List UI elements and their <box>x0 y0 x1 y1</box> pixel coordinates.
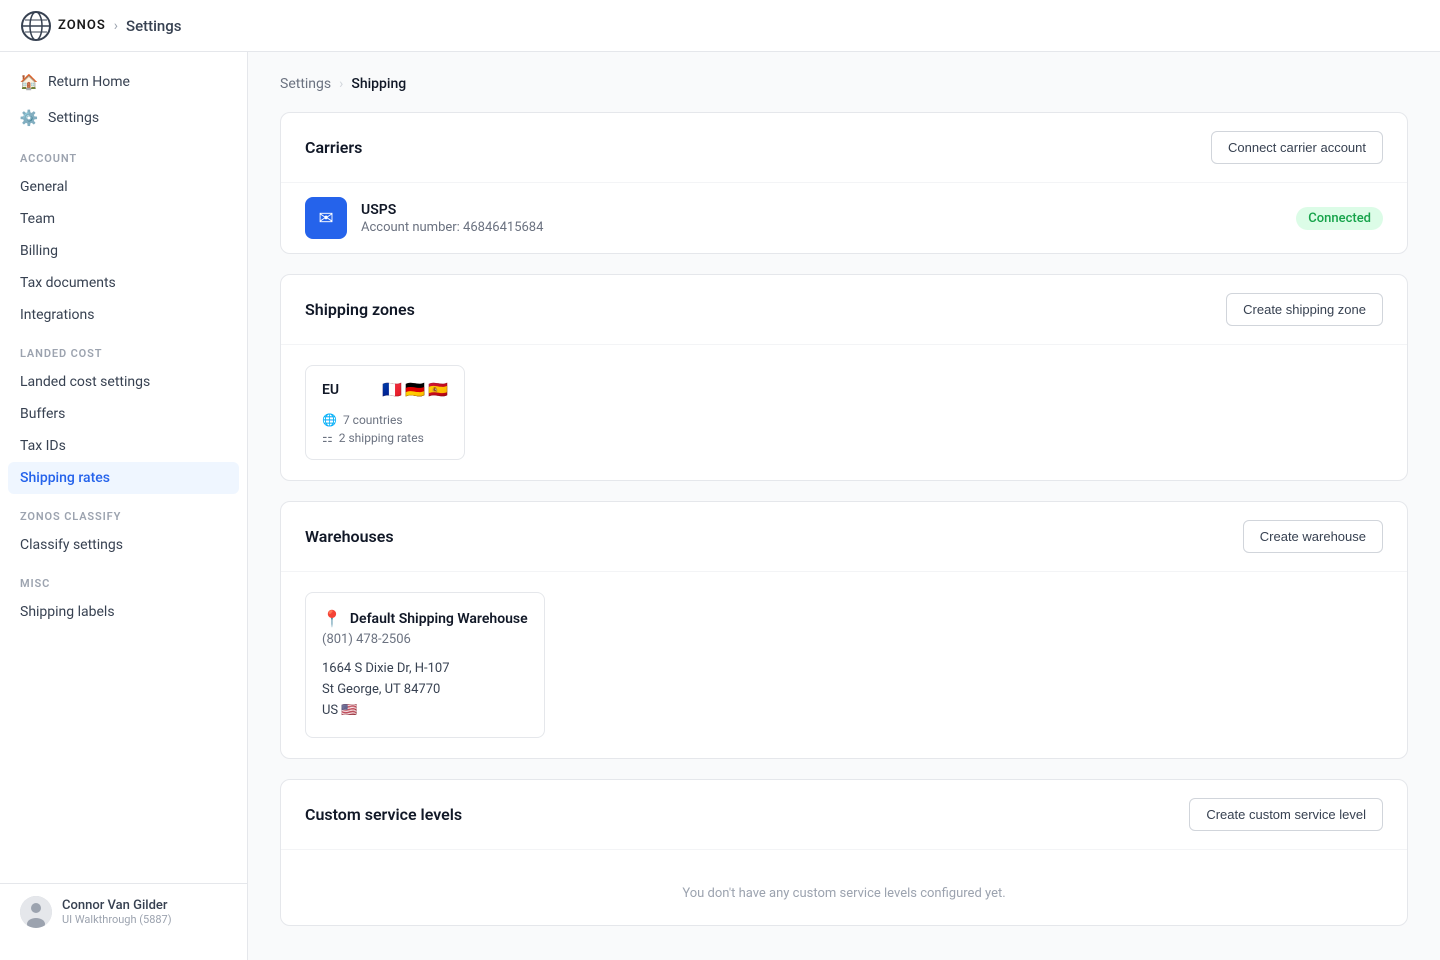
section-label-landed-cost: LANDED COST <box>0 331 247 366</box>
sidebar-item-classify-settings[interactable]: Classify settings <box>0 529 247 561</box>
pin-icon: 📍 <box>322 609 342 628</box>
sidebar: 🏠 Return Home ⚙️ Settings ACCOUNT Genera… <box>0 52 248 960</box>
create-shipping-zone-button[interactable]: Create shipping zone <box>1226 293 1383 326</box>
sidebar-item-settings-label: Settings <box>48 110 99 126</box>
flag-fr: 🇫🇷 <box>382 380 402 399</box>
main-layout: 🏠 Return Home ⚙️ Settings ACCOUNT Genera… <box>0 52 1440 960</box>
user-subtitle: UI Walkthrough (5887) <box>62 913 172 926</box>
zone-rates-count: 2 shipping rates <box>339 431 424 445</box>
zone-countries-stat: 🌐 7 countries <box>322 413 448 427</box>
custom-service-levels-header: Custom service levels Create custom serv… <box>281 780 1407 850</box>
warehouse-country: US 🇺🇸 <box>322 701 528 722</box>
breadcrumb: Settings › Shipping <box>280 76 1408 92</box>
warehouse-address-line2: St George, UT 84770 <box>322 680 528 701</box>
sidebar-footer: Connor Van Gilder UI Walkthrough (5887) <box>0 883 247 940</box>
create-warehouse-button[interactable]: Create warehouse <box>1243 520 1383 553</box>
carriers-card: Carriers Connect carrier account ✉ USPS … <box>280 112 1408 254</box>
custom-service-levels-title: Custom service levels <box>305 805 462 824</box>
zone-rates-stat: ⚏ 2 shipping rates <box>322 431 448 445</box>
connected-badge: Connected <box>1296 207 1383 230</box>
usps-icon: ✉ <box>305 197 347 239</box>
sidebar-item-team[interactable]: Team <box>0 203 247 235</box>
zone-name: EU <box>322 382 339 398</box>
flag-es: 🇪🇸 <box>428 380 448 399</box>
warehouses-card-header: Warehouses Create warehouse <box>281 502 1407 572</box>
avatar <box>20 896 52 928</box>
carrier-info: USPS Account number: 46846415684 <box>361 202 1282 235</box>
user-info: Connor Van Gilder UI Walkthrough (5887) <box>62 898 172 926</box>
breadcrumb-current: Shipping <box>351 76 406 92</box>
custom-service-levels-body: You don't have any custom service levels… <box>281 850 1407 925</box>
section-label-account: ACCOUNT <box>0 136 247 171</box>
custom-service-levels-card: Custom service levels Create custom serv… <box>280 779 1408 926</box>
home-icon: 🏠 <box>20 73 38 91</box>
carriers-title: Carriers <box>305 138 362 157</box>
rates-icon: ⚏ <box>322 431 333 445</box>
warehouse-name-row: 📍 Default Shipping Warehouse <box>322 609 528 628</box>
user-name: Connor Van Gilder <box>62 898 172 913</box>
zone-countries-count: 7 countries <box>343 413 403 427</box>
breadcrumb-parent[interactable]: Settings <box>280 76 331 92</box>
header-chevron: › <box>114 18 118 34</box>
zone-header: EU 🇫🇷 🇩🇪 🇪🇸 <box>322 380 448 399</box>
main-content: Settings › Shipping Carriers Connect car… <box>248 52 1440 960</box>
shipping-zones-body: EU 🇫🇷 🇩🇪 🇪🇸 🌐 7 countries ⚏ 2 shi <box>281 345 1407 480</box>
sidebar-item-settings[interactable]: ⚙️ Settings <box>0 100 247 136</box>
zonos-logo-icon <box>20 10 52 42</box>
carrier-row: ✉ USPS Account number: 46846415684 Conne… <box>281 183 1407 253</box>
logo-text: ZONOS <box>58 18 106 33</box>
sidebar-item-tax-ids[interactable]: Tax IDs <box>0 430 247 462</box>
warehouses-card: Warehouses Create warehouse 📍 Default Sh… <box>280 501 1408 759</box>
sidebar-item-shipping-rates[interactable]: Shipping rates <box>8 462 239 494</box>
shipping-zones-card-header: Shipping zones Create shipping zone <box>281 275 1407 345</box>
carrier-name: USPS <box>361 202 1282 218</box>
zone-card-eu[interactable]: EU 🇫🇷 🇩🇪 🇪🇸 🌐 7 countries ⚏ 2 shi <box>305 365 465 460</box>
carriers-card-header: Carriers Connect carrier account <box>281 113 1407 183</box>
carrier-account: Account number: 46846415684 <box>361 220 1282 235</box>
custom-service-levels-empty: You don't have any custom service levels… <box>305 866 1383 909</box>
create-custom-service-level-button[interactable]: Create custom service level <box>1189 798 1383 831</box>
warehouse-name: Default Shipping Warehouse <box>350 611 528 627</box>
section-label-classify: ZONOS CLASSIFY <box>0 494 247 529</box>
sidebar-item-buffers[interactable]: Buffers <box>0 398 247 430</box>
gear-icon: ⚙️ <box>20 109 38 127</box>
warehouses-title: Warehouses <box>305 527 394 546</box>
sidebar-item-tax-documents[interactable]: Tax documents <box>0 267 247 299</box>
globe-icon: 🌐 <box>322 413 337 427</box>
sidebar-item-integrations[interactable]: Integrations <box>0 299 247 331</box>
sidebar-item-billing[interactable]: Billing <box>0 235 247 267</box>
warehouse-address: 1664 S Dixie Dr, H-107 St George, UT 847… <box>322 659 528 721</box>
zone-flags: 🇫🇷 🇩🇪 🇪🇸 <box>382 380 448 399</box>
shipping-zones-title: Shipping zones <box>305 300 415 319</box>
sidebar-item-return-home[interactable]: 🏠 Return Home <box>0 64 247 100</box>
warehouse-address-line1: 1664 S Dixie Dr, H-107 <box>322 659 528 680</box>
top-header: ZONOS › Settings <box>0 0 1440 52</box>
sidebar-item-landed-cost-settings[interactable]: Landed cost settings <box>0 366 247 398</box>
section-label-misc: MISC <box>0 561 247 596</box>
warehouse-card[interactable]: 📍 Default Shipping Warehouse (801) 478-2… <box>305 592 545 738</box>
flag-de: 🇩🇪 <box>405 380 425 399</box>
breadcrumb-separator: › <box>339 76 343 92</box>
warehouse-phone: (801) 478-2506 <box>322 632 528 647</box>
sidebar-item-shipping-labels[interactable]: Shipping labels <box>0 596 247 628</box>
shipping-zones-card: Shipping zones Create shipping zone EU 🇫… <box>280 274 1408 481</box>
sidebar-item-return-home-label: Return Home <box>48 74 130 90</box>
connect-carrier-button[interactable]: Connect carrier account <box>1211 131 1383 164</box>
sidebar-item-general[interactable]: General <box>0 171 247 203</box>
logo-area: ZONOS <box>20 10 106 42</box>
warehouses-body: 📍 Default Shipping Warehouse (801) 478-2… <box>281 572 1407 758</box>
header-title: Settings <box>126 17 182 35</box>
